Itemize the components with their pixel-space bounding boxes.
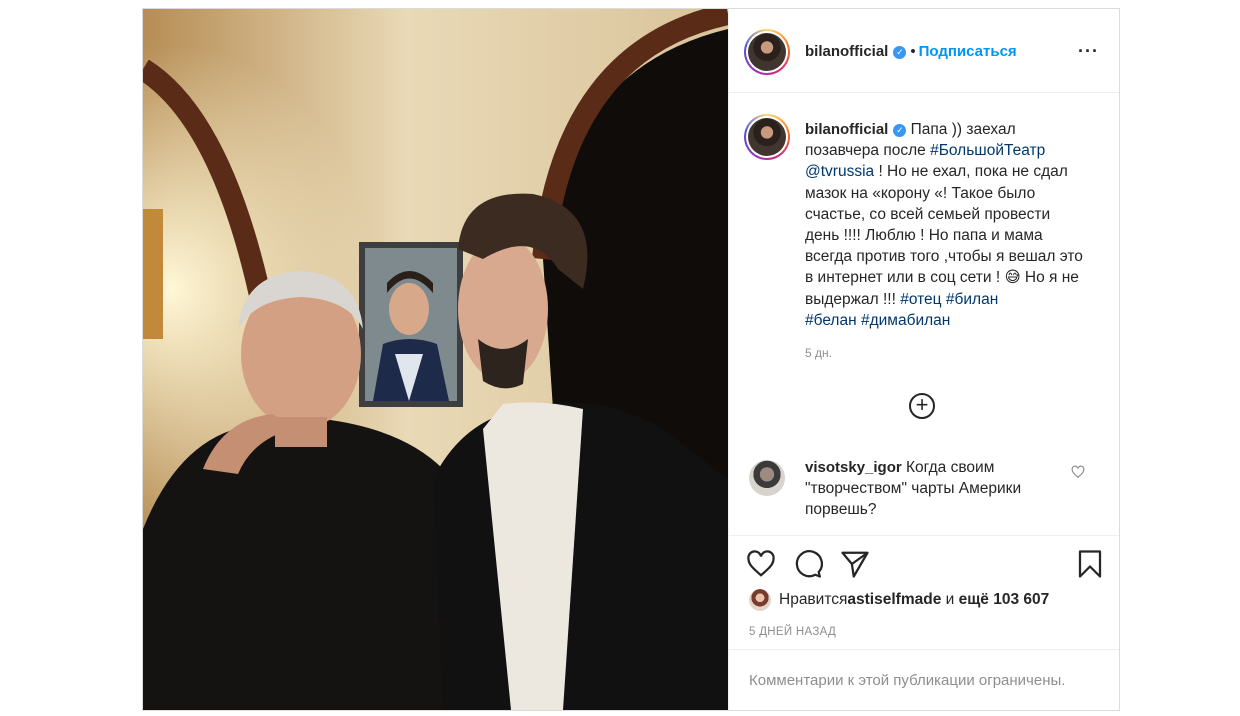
verified-icon: ✓ — [893, 124, 907, 137]
caption-text-part: ! Но не ехал, пока не сдал мазок на «кор… — [805, 163, 1083, 308]
share-icon[interactable] — [840, 549, 870, 579]
liker-username[interactable]: astiselfmade — [847, 591, 941, 609]
post-date[interactable]: 5 ДНЕЙ НАЗАД — [749, 626, 836, 638]
commenter-avatar[interactable] — [749, 460, 785, 496]
verified-icon: ✓ — [893, 46, 907, 59]
likes-line: Нравится astiselfmade и ещё 103 607 — [749, 589, 1049, 611]
likes-conjunction: и — [941, 591, 959, 608]
hashtag-link[interactable]: #димабилан — [861, 312, 950, 329]
heart-icon[interactable] — [746, 549, 776, 579]
mention-link[interactable]: @tvrussia — [805, 163, 874, 180]
hashtag-link[interactable]: #белан — [805, 312, 857, 329]
caption-time[interactable]: 5 дн. — [805, 343, 1085, 364]
likes-prefix: Нравится — [779, 591, 848, 608]
comments-area[interactable]: bilanofficial ✓ Папа )) заехал позавчера … — [729, 93, 1119, 535]
comment-like-heart-icon[interactable] — [1071, 465, 1085, 479]
action-bar — [729, 535, 1119, 589]
post-caption: bilanofficial ✓ Папа )) заехал позавчера … — [729, 93, 1119, 364]
caption-avatar[interactable] — [744, 114, 790, 160]
plus-circle-icon[interactable]: + — [909, 393, 935, 419]
caption-username[interactable]: bilanofficial — [805, 121, 888, 138]
comment-icon[interactable] — [793, 549, 823, 579]
post-side-panel: bilanofficial ✓ • Подписаться ··· bilanoffi… — [728, 9, 1119, 710]
follow-button[interactable]: Подписаться — [919, 43, 1017, 60]
post-photo[interactable] — [143, 9, 728, 710]
header-line: bilanofficial ✓ • Подписаться — [805, 43, 1017, 60]
hashtag-link[interactable]: #отец — [900, 291, 941, 308]
commenter-username[interactable]: visotsky_igor — [805, 459, 902, 476]
post-photo-image — [143, 9, 728, 710]
caption-text: bilanofficial ✓ Папа )) заехал позавчера … — [805, 119, 1085, 364]
more-options-icon[interactable]: ··· — [1078, 41, 1099, 62]
likes-count-link[interactable]: ещё 103 607 — [959, 591, 1050, 609]
author-avatar[interactable] — [744, 29, 790, 75]
header-separator: • — [910, 43, 916, 60]
header-username[interactable]: bilanofficial — [805, 43, 888, 60]
comments-restricted-notice: Комментарии к этой публикации ограничены… — [729, 649, 1119, 710]
instagram-post: bilanofficial ✓ • Подписаться ··· bilanoffi… — [142, 8, 1120, 711]
hashtag-link[interactable]: #билан — [946, 291, 998, 308]
bookmark-icon[interactable] — [1075, 549, 1105, 579]
comment-text: visotsky_igor Когда своим "творчеством" … — [805, 457, 1070, 521]
hashtag-link[interactable]: #БольшойТеатр — [930, 142, 1045, 159]
post-header: bilanofficial ✓ • Подписаться ··· — [729, 9, 1119, 93]
liker-avatar — [749, 589, 771, 611]
